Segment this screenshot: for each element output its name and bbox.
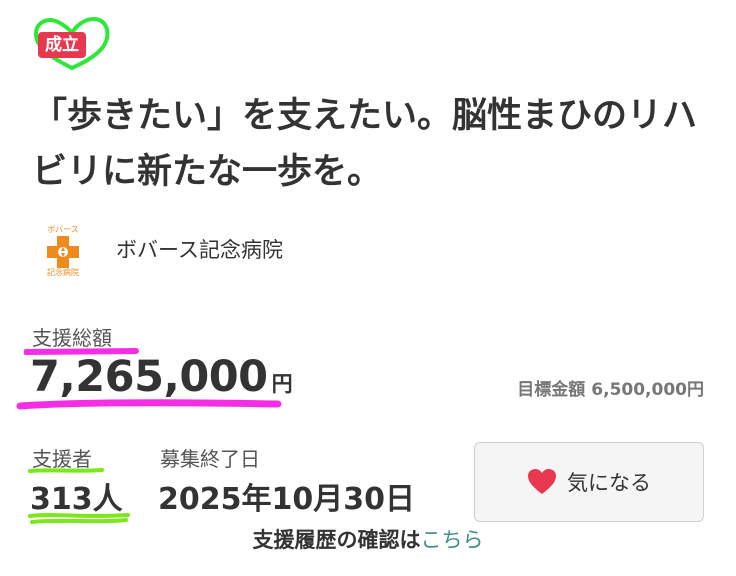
goal-amount: 目標金額 6,500,000円 bbox=[517, 375, 704, 400]
end-date-label: 募集終了日 bbox=[160, 447, 260, 471]
total-amount-value: 7,265,000 bbox=[30, 352, 268, 402]
heart-icon bbox=[528, 469, 556, 494]
support-history-text: 支援履歴の確認は bbox=[252, 528, 421, 552]
favorite-button-label: 気になる bbox=[567, 471, 651, 495]
goal-value: 6,500,000円 bbox=[591, 380, 704, 400]
total-amount: 7,265,000 円 bbox=[30, 352, 293, 402]
goal-label: 目標金額 bbox=[517, 380, 586, 400]
logo-text-top: ボバース bbox=[47, 225, 79, 234]
organization[interactable]: ボバース 記念病院 ボバース記念病院 bbox=[36, 222, 283, 277]
end-date: 2025年10月30日 bbox=[158, 482, 415, 517]
success-badge-area: 成立 bbox=[30, 14, 112, 72]
favorite-button[interactable]: 気になる bbox=[474, 442, 704, 522]
support-history: 支援履歴の確認はこちら bbox=[0, 524, 736, 554]
hospital-logo-icon: ボバース 記念病院 bbox=[36, 222, 90, 277]
support-history-link[interactable]: こちら bbox=[421, 528, 484, 552]
project-title: 「歩きたい」を支えたい。脳性まひのリハビリに新たな一歩を。 bbox=[32, 96, 698, 192]
amount-highlight-annotation bbox=[16, 399, 282, 410]
success-badge: 成立 bbox=[38, 32, 86, 58]
currency-unit: 円 bbox=[271, 372, 293, 396]
organization-name[interactable]: ボバース記念病院 bbox=[116, 234, 283, 264]
logo-text-bottom: 記念病院 bbox=[47, 267, 79, 276]
